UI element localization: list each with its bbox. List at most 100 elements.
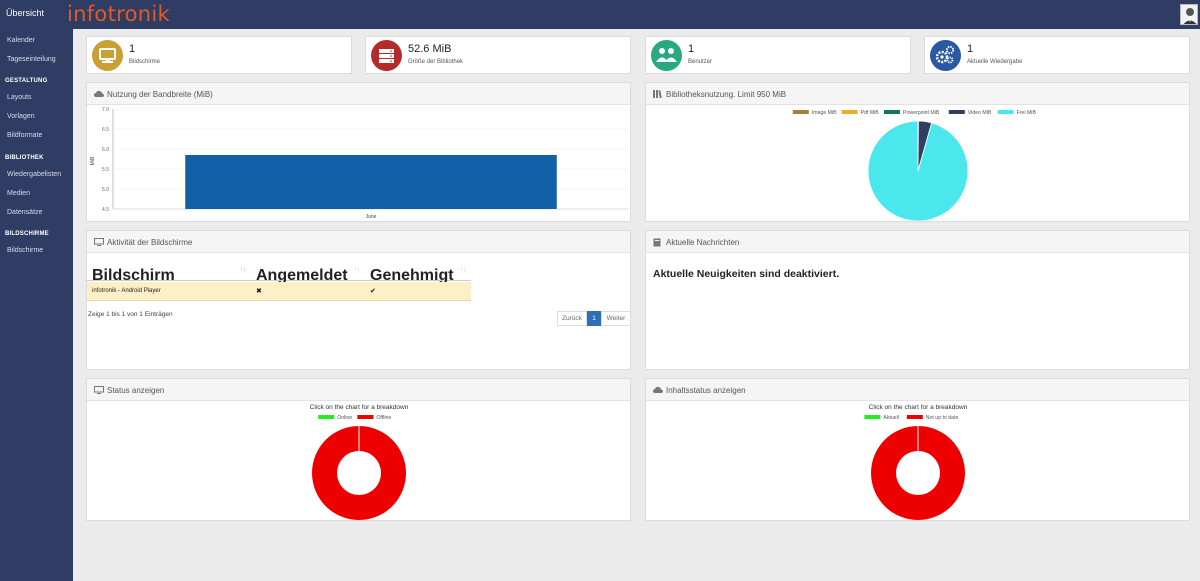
- sort-icon[interactable]: ↑↓: [240, 267, 246, 273]
- sidebar-item-tageseinteilung[interactable]: Tageseinteilung: [7, 56, 56, 63]
- bandwidth-panel: Nutzung der Bandbreite (MiB) 7.0 6.5 6.0 5.…: [86, 82, 631, 222]
- y-tick-label: 6.0: [102, 147, 109, 153]
- legend-swatch: [841, 110, 858, 114]
- stat-card-bibliothek[interactable]: 52.6 MiB Größe der Bibliothek: [365, 36, 631, 74]
- stat-value: 52.6 MiB: [408, 43, 452, 55]
- sidebar: Kalender Tageseinteilung GESTALTUNG Layo…: [0, 29, 73, 581]
- monitor-icon: [94, 386, 104, 394]
- bandwidth-chart[interactable]: 7.0 6.5 6.0 5.5 5.0 4.5 MiB June: [87, 105, 632, 221]
- stat-label: Benutzer: [688, 59, 713, 65]
- panel-header: Nutzung der Bandbreite (MiB): [87, 83, 630, 105]
- books-icon: [653, 90, 662, 98]
- legend-label: Frei MiB: [1017, 110, 1037, 116]
- activity-panel: Aktivität der Bildschirme Bildschirm ↑↓ …: [86, 230, 631, 370]
- brand-logo[interactable]: infotronik: [67, 2, 170, 26]
- status-chart[interactable]: Click on the chart for a breakdown Online…: [87, 401, 632, 521]
- content-chart[interactable]: Click on the chart for a breakdown Aktuel…: [646, 401, 1191, 521]
- legend-label: Offline: [376, 415, 391, 421]
- y-tick-label: 5.0: [102, 187, 109, 193]
- legend-label: Aktuell: [883, 415, 899, 421]
- donut-hole: [896, 451, 940, 495]
- legend-swatch: [997, 110, 1014, 114]
- table-row[interactable]: infotronik - Android Player ✖ ✔: [87, 282, 471, 301]
- panel-header: Status anzeigen: [87, 379, 630, 401]
- sort-icon[interactable]: ↑↓: [354, 267, 360, 273]
- library-chart[interactable]: Image MiB Pdf MiB Powerpoint MiB Video MiB F…: [646, 105, 1191, 221]
- sidebar-item-bildformate[interactable]: Bildformate: [7, 132, 42, 139]
- top-bar: Übersicht infotronik: [0, 0, 1200, 29]
- content-status-panel: Inhaltsstatus anzeigen Click on the char…: [645, 378, 1190, 521]
- panel-title: Aktuelle Nachrichten: [666, 238, 740, 247]
- sort-icon[interactable]: ↑↓: [460, 267, 466, 273]
- panel-header: Aktuelle Nachrichten: [646, 231, 1189, 253]
- x-tick-label: June: [366, 214, 377, 220]
- panel-title: Aktivität der Bildschirme: [107, 238, 193, 247]
- chart-hint: Click on the chart for a breakdown: [869, 404, 968, 411]
- pager-page-1[interactable]: 1: [587, 311, 601, 326]
- cross-icon: ✖: [256, 288, 262, 295]
- stat-value: 1: [688, 43, 695, 55]
- y-tick-label: 7.0: [102, 107, 109, 113]
- sidebar-item-bildschirme[interactable]: Bildschirme: [7, 247, 43, 254]
- panel-header: Aktivität der Bildschirme: [87, 231, 630, 253]
- legend-label: Online: [337, 415, 352, 421]
- stat-card-benutzer[interactable]: 1 Benutzer: [645, 36, 911, 74]
- sidebar-item-medien[interactable]: Medien: [7, 190, 30, 197]
- stat-card-wiedergabe[interactable]: 1 Aktuelle Wiedergabe: [924, 36, 1190, 74]
- avatar[interactable]: [1180, 4, 1198, 25]
- stat-value: 1: [129, 43, 136, 55]
- legend-swatch: [357, 415, 374, 419]
- sidebar-item-kalender[interactable]: Kalender: [7, 37, 35, 44]
- cell-bildschirm: infotronik - Android Player: [92, 288, 161, 294]
- panel-title: Nutzung der Bandbreite (MiB): [107, 90, 213, 99]
- panel-header: Bibliotheksnutzung. Limit 950 MiB: [646, 83, 1189, 105]
- panel-title: Status anzeigen: [107, 386, 165, 395]
- sidebar-item-wiedergabelisten[interactable]: Wiedergabelisten: [7, 171, 61, 178]
- legend-label: Pdf MiB: [861, 110, 880, 116]
- sidebar-heading-bibliothek: BIBLIOTHEK: [5, 155, 44, 161]
- panel-title: Inhaltsstatus anzeigen: [666, 386, 746, 395]
- legend-label: Powerpoint MiB: [903, 110, 940, 116]
- pager-prev-button[interactable]: Zurück: [557, 311, 587, 326]
- stat-label: Aktuelle Wiedergabe: [967, 59, 1023, 65]
- library-panel: Bibliotheksnutzung. Limit 950 MiB Image …: [645, 82, 1190, 222]
- stat-value: 1: [967, 43, 974, 55]
- status-panel: Status anzeigen Click on the chart for a…: [86, 378, 631, 521]
- stat-circle: [92, 40, 123, 71]
- legend-swatch: [906, 415, 923, 419]
- legend-label: Image MiB: [812, 110, 837, 116]
- donut-hole: [337, 451, 381, 495]
- stat-card-bildschirme[interactable]: 1 Bildschirme: [86, 36, 352, 74]
- monitor-icon: [99, 48, 116, 63]
- sidebar-item-layouts[interactable]: Layouts: [7, 94, 32, 101]
- legend-label: Video MiB: [968, 110, 992, 116]
- legend-swatch: [318, 415, 335, 419]
- y-tick-label: 5.5: [102, 167, 109, 173]
- cloud-download-icon: [653, 386, 663, 393]
- table-header: Bildschirm ↑↓ Angemeldet ↑↓ Genehmigt ↑↓: [87, 261, 471, 284]
- sidebar-item-vorlagen[interactable]: Vorlagen: [7, 113, 35, 120]
- panel-title: Bibliotheksnutzung. Limit 950 MiB: [666, 90, 787, 99]
- legend-swatch: [792, 110, 809, 114]
- sidebar-heading-gestaltung: GESTALTUNG: [5, 78, 48, 84]
- bar-june: [185, 155, 557, 209]
- stat-label: Bildschirme: [129, 59, 161, 65]
- pager-next-button[interactable]: Weiter: [601, 311, 631, 326]
- book-icon: [653, 238, 661, 247]
- panel-header: Inhaltsstatus anzeigen: [646, 379, 1189, 401]
- legend-swatch: [864, 415, 881, 419]
- y-tick-label: 6.5: [102, 127, 109, 133]
- news-panel: Aktuelle Nachrichten Aktuelle Neuigkeite…: [645, 230, 1190, 370]
- legend-swatch: [948, 110, 965, 114]
- legend-label: Not up to date: [926, 415, 959, 421]
- gears-icon: [935, 45, 955, 64]
- legend-swatch: [884, 110, 900, 114]
- nav-home[interactable]: Übersicht: [6, 8, 44, 18]
- cloud-icon: [94, 90, 104, 97]
- monitor-icon: [94, 238, 104, 246]
- sidebar-item-datensaetze[interactable]: Datensätze: [7, 209, 42, 216]
- users-icon: [656, 48, 677, 62]
- user-avatar-icon: [1183, 8, 1197, 24]
- table-info: Zeige 1 bis 1 von 1 Einträgen: [88, 311, 173, 318]
- stat-label: Größe der Bibliothek: [408, 59, 464, 65]
